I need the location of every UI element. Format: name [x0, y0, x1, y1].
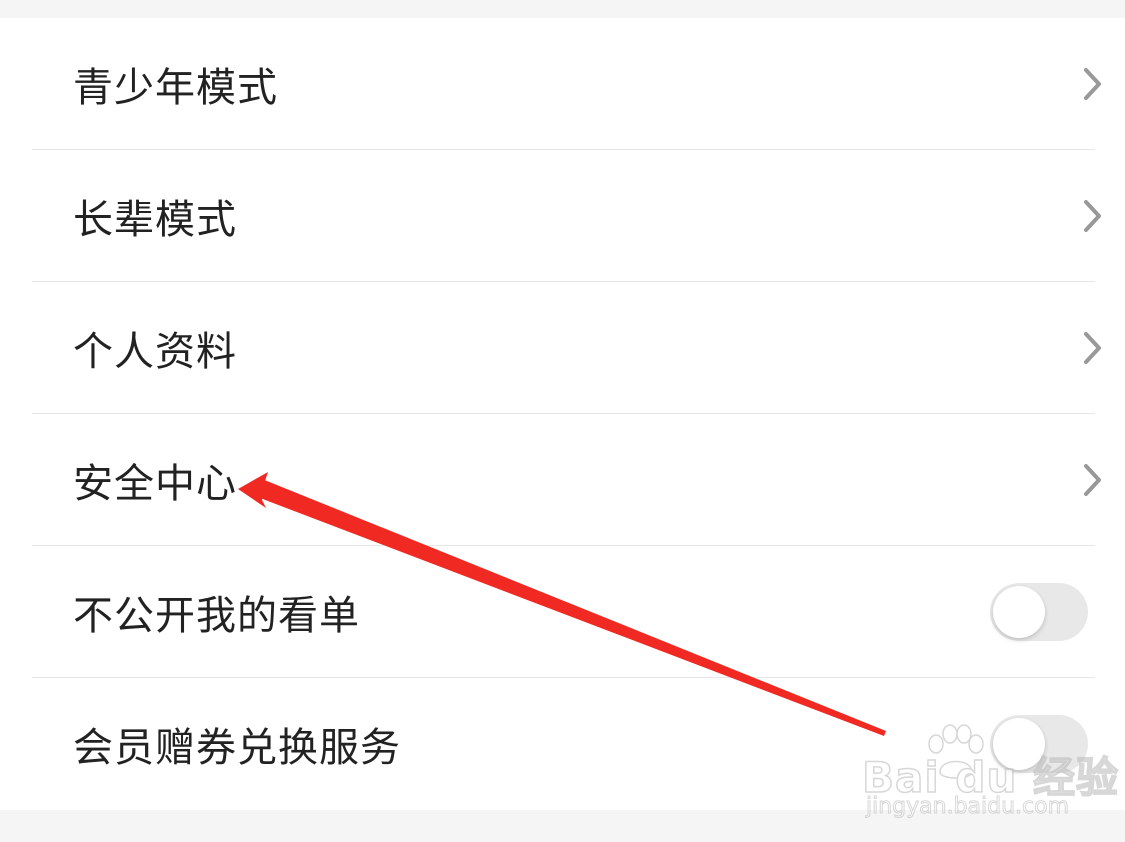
chevron-right-icon: [1084, 332, 1101, 364]
settings-item-hide-watchlist: 不公开我的看单: [0, 546, 1125, 678]
toggle-knob: [993, 586, 1045, 638]
settings-item-label: 青少年模式: [73, 65, 278, 111]
hide-watchlist-toggle[interactable]: [990, 583, 1088, 641]
settings-page: 青少年模式 长辈模式 个人资料 安全中心 不公开我的看单 会员赠券兑换服务 Ba…: [0, 0, 1125, 842]
settings-item-elder-mode[interactable]: 长辈模式: [0, 150, 1125, 282]
watermark-url: jingyan.baidu.com: [865, 794, 1070, 820]
settings-list: 青少年模式 长辈模式 个人资料 安全中心 不公开我的看单 会员赠券兑换服务: [0, 18, 1125, 810]
settings-item-security-center[interactable]: 安全中心: [0, 414, 1125, 546]
chevron-right-icon: [1084, 68, 1101, 100]
settings-item-profile[interactable]: 个人资料: [0, 282, 1125, 414]
settings-item-label: 会员赠券兑换服务: [73, 725, 401, 771]
settings-item-label: 不公开我的看单: [73, 593, 360, 639]
settings-item-label: 个人资料: [73, 329, 237, 375]
settings-item-label: 安全中心: [73, 461, 237, 507]
settings-item-teen-mode[interactable]: 青少年模式: [0, 18, 1125, 150]
baidu-jingyan-watermark: Bai du 经验 jingyan.baidu.com: [858, 720, 1119, 830]
settings-item-label: 长辈模式: [73, 197, 237, 243]
chevron-right-icon: [1084, 200, 1101, 232]
chevron-right-icon: [1084, 464, 1101, 496]
